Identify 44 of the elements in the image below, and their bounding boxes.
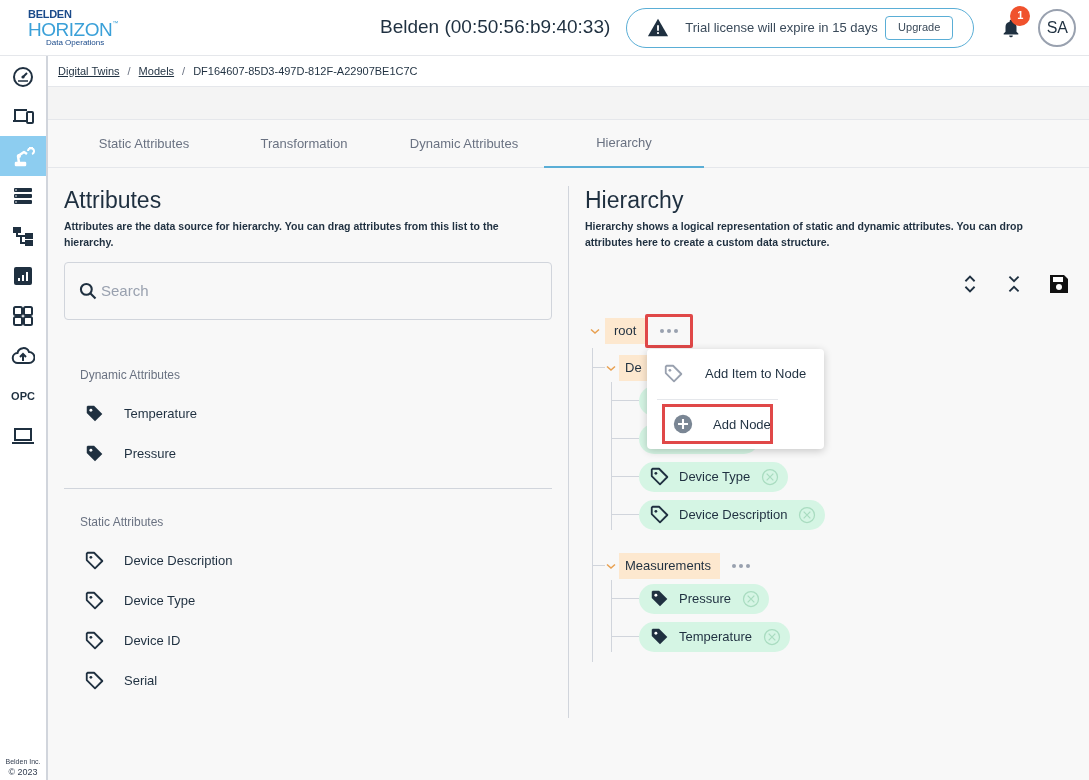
tab[interactable]: Transformation (224, 120, 384, 168)
license-text: Trial license will expire in 15 days (685, 18, 878, 37)
group-label: Static Attributes (80, 513, 165, 531)
more-options-button[interactable] (645, 313, 694, 348)
attribute-item[interactable]: Device ID (64, 620, 552, 661)
user-avatar[interactable]: SA (1038, 8, 1077, 47)
section-description: Attributes are the data source for hierarchy. You can drag attributes from this list to the hierarchy. (64, 218, 500, 250)
gauge-icon (11, 64, 35, 88)
breadcrumb-separator: / (182, 63, 186, 79)
tag-icon (663, 362, 685, 385)
tab[interactable]: Hierarchy (544, 120, 704, 168)
sidebar-item[interactable]: OPC (0, 376, 46, 416)
breadcrumb-current: DF164607-85D3-497D-812F-A22907BE1C7C (193, 63, 418, 79)
attribute-item[interactable]: Device Description (64, 540, 552, 581)
menu-item[interactable]: Add Node (657, 398, 778, 449)
tab[interactable]: Static Attributes (64, 120, 224, 168)
plus-icon (673, 414, 693, 435)
group-label: Dynamic Attributes (80, 366, 182, 384)
section-title: Hierarchy (585, 186, 685, 215)
attribute-item[interactable]: Serial (64, 660, 552, 701)
breadcrumb-link[interactable]: Digital Twins (58, 62, 120, 80)
copyright-text: © 2023 (8, 766, 38, 778)
tab[interactable]: Dynamic Attributes (384, 120, 544, 168)
search-icon (78, 280, 98, 301)
notification-badge: 1 (1010, 5, 1031, 26)
breadcrumb-separator: / (127, 63, 131, 79)
search-field[interactable]: Search (64, 261, 552, 320)
grid-icon (11, 304, 35, 328)
device-title: Belden (00:50:56:b9:40:33) (380, 15, 611, 40)
attribute-item[interactable]: Pressure (64, 433, 552, 474)
attribute-chip[interactable]: Device Description (639, 499, 826, 530)
section-description: Hierarchy shows a logical representation of static and dynamic attributes. You can drop attributes here to create a custom data structure. (585, 218, 1024, 250)
attribute-chip[interactable]: Pressure (639, 583, 770, 614)
hierarchy-icon (11, 224, 35, 248)
bar-chart-icon (11, 264, 35, 288)
upgrade-button[interactable]: Upgrade (885, 15, 954, 40)
tree-node[interactable]: Measurements (619, 552, 720, 579)
section-title: Attributes (64, 186, 163, 215)
attribute-item[interactable]: Device Type (64, 580, 552, 621)
attribute-item[interactable]: Temperature (64, 393, 552, 434)
breadcrumb-link[interactable]: Models (138, 62, 175, 80)
attribute-chip[interactable]: Device Type (639, 461, 789, 492)
attribute-chip[interactable]: Temperature (639, 621, 790, 652)
tree-node[interactable]: root (605, 317, 646, 344)
